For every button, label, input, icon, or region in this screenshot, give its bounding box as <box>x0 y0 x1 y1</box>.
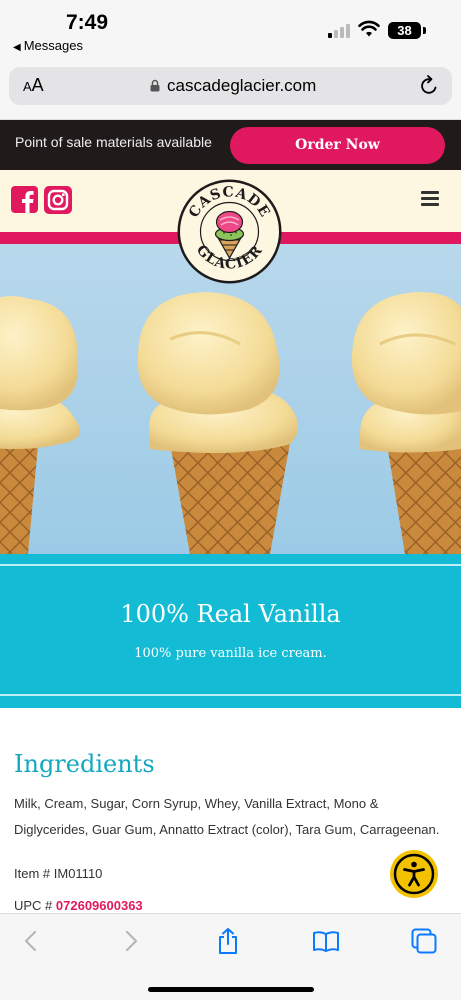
item-number: Item # IM01110 <box>14 866 103 881</box>
product-title: 100% Real Vanilla <box>120 600 341 628</box>
accessibility-icon <box>393 853 435 895</box>
chevron-left-icon[interactable] <box>17 927 45 955</box>
browser-address-area: AA cascadeglacier.com <box>0 58 461 120</box>
chevron-right-icon[interactable] <box>117 927 145 955</box>
wifi-icon <box>358 20 380 37</box>
promo-text: Point of sale materials available <box>15 134 212 150</box>
facebook-icon[interactable] <box>11 186 38 213</box>
lock-icon <box>150 79 160 92</box>
banner-divider-top <box>0 564 461 566</box>
banner-divider-bottom <box>0 694 461 696</box>
url-text[interactable]: cascadeglacier.com <box>167 76 316 96</box>
status-time: 7:49 <box>66 11 109 34</box>
status-bar: 7:49 ◀ Messages 38 <box>0 0 461 58</box>
share-icon[interactable] <box>214 927 242 955</box>
promo-bar: Point of sale materials available Order … <box>0 120 461 170</box>
hero-image <box>0 244 461 554</box>
browser-toolbar <box>0 913 461 1000</box>
instagram-icon[interactable] <box>44 186 72 214</box>
upc-number: UPC # 072609600363 <box>14 898 143 913</box>
book-icon[interactable] <box>312 927 340 955</box>
back-to-messages[interactable]: ◀ Messages <box>13 38 83 53</box>
battery-nub <box>423 27 426 34</box>
cellular-signal-icon <box>328 24 352 38</box>
product-banner: 100% Real Vanilla 100% pure vanilla ice … <box>0 554 461 708</box>
ingredients-text: Milk, Cream, Sugar, Corn Syrup, Whey, Va… <box>14 796 440 837</box>
order-now-button[interactable]: Order Now <box>230 127 445 164</box>
tabs-icon[interactable] <box>410 927 438 955</box>
back-triangle-icon: ◀ <box>13 42 21 53</box>
reload-icon[interactable] <box>418 75 440 97</box>
cascade-glacier-logo[interactable]: CASCADE GLACIER <box>176 178 283 285</box>
back-label: Messages <box>23 38 83 53</box>
reader-settings-button[interactable]: AA <box>23 75 44 96</box>
battery-indicator: 38 <box>388 22 421 39</box>
product-subtitle: 100% pure vanilla ice cream. <box>134 646 327 661</box>
hamburger-menu-icon[interactable] <box>421 191 439 206</box>
ice-cream-cones-image <box>0 292 461 554</box>
home-indicator <box>148 987 314 992</box>
address-bar[interactable]: AA cascadeglacier.com <box>9 67 452 105</box>
ingredients-heading: Ingredients <box>14 750 155 778</box>
upc-link[interactable]: 072609600363 <box>56 898 143 913</box>
accessibility-button[interactable] <box>390 850 438 898</box>
